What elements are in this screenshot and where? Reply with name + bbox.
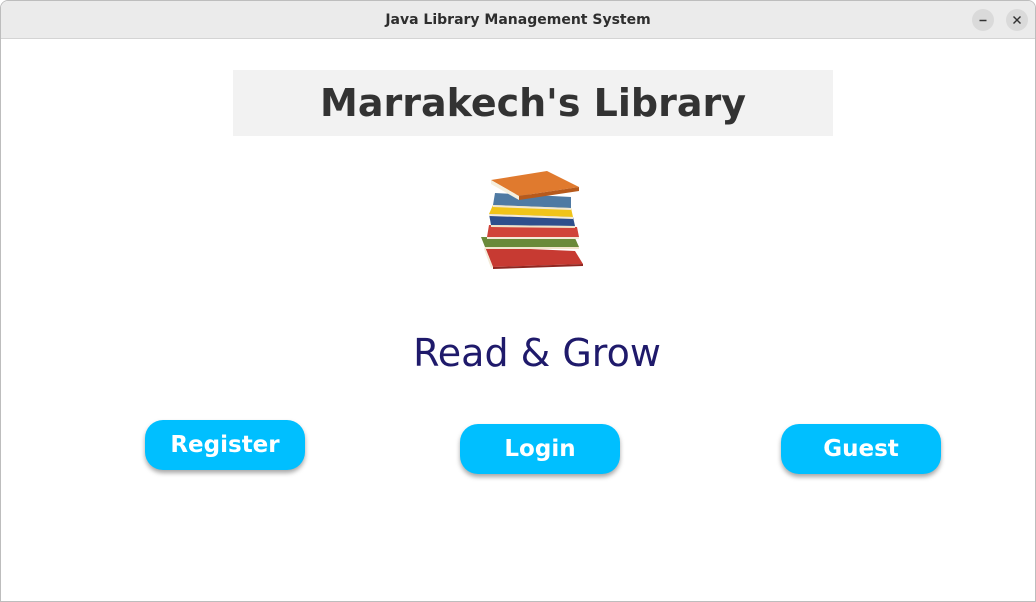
guest-button[interactable]: Guest: [781, 424, 941, 474]
stack-of-books-icon: [481, 171, 583, 269]
close-button[interactable]: [1006, 9, 1028, 31]
close-icon: [1013, 16, 1021, 24]
minimize-icon: [979, 19, 987, 22]
login-button[interactable]: Login: [460, 424, 620, 474]
heading-panel: Marrakech's Library: [233, 70, 833, 136]
title-bar[interactable]: Java Library Management System: [1, 1, 1035, 39]
app-window: Java Library Management System Marrakech…: [0, 0, 1036, 602]
window-title: Java Library Management System: [385, 12, 651, 28]
page-title: Marrakech's Library: [320, 81, 746, 125]
tagline: Read & Grow: [413, 331, 661, 375]
register-button[interactable]: Register: [145, 420, 305, 470]
minimize-button[interactable]: [972, 9, 994, 31]
